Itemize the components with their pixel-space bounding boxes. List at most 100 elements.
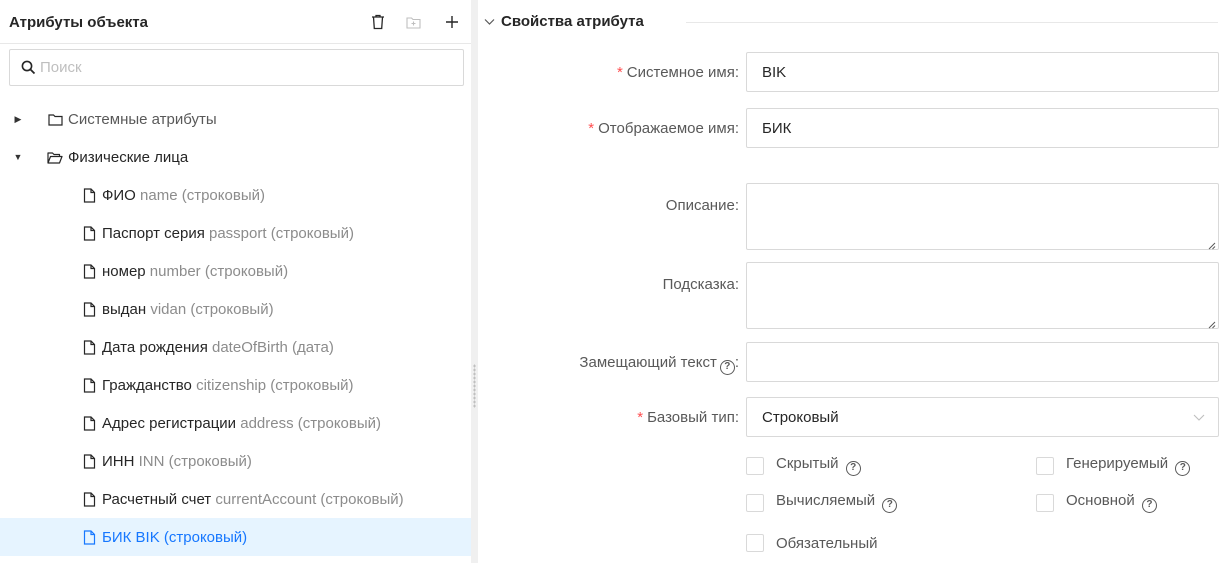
- help-icon[interactable]: ?: [719, 360, 735, 375]
- caret-down-icon[interactable]: ▼: [12, 138, 24, 176]
- system-name-label: * Системное имя:: [616, 64, 739, 81]
- tree-item-name: ФИО: [102, 186, 136, 204]
- help-icon[interactable]: ?: [1175, 461, 1191, 476]
- tree-folder-label: Системные атрибуты: [68, 110, 217, 128]
- attributes-panel: Атрибуты объекта ▶ Системные атрибуты ▼: [0, 0, 471, 563]
- file-icon: [80, 414, 98, 432]
- search-input[interactable]: [40, 59, 440, 76]
- file-icon: [80, 300, 98, 318]
- base-type-value: Строковый: [762, 408, 839, 426]
- file-icon: [80, 224, 98, 242]
- help-icon[interactable]: ?: [845, 461, 861, 476]
- section-divider: [686, 22, 1218, 23]
- tree-item-detail: BIK (строковый): [135, 528, 248, 546]
- base-type-label: * Базовый тип:: [637, 409, 739, 426]
- tree-item[interactable]: выдан vidan (строковый): [0, 290, 471, 328]
- hint-textarea[interactable]: [746, 262, 1219, 329]
- tree-item[interactable]: Гражданство citizenship (строковый): [0, 366, 471, 404]
- caret-right-icon[interactable]: ▶: [12, 100, 24, 138]
- file-icon: [80, 490, 98, 508]
- primary-checkbox-label: Основной ?: [1066, 492, 1157, 513]
- file-icon: [80, 376, 98, 394]
- attributes-panel-header: Атрибуты объекта: [0, 0, 471, 44]
- display-name-input[interactable]: БИК: [746, 108, 1219, 148]
- hidden-checkbox-label: Скрытый ?: [776, 455, 861, 476]
- checkbox-box[interactable]: [1036, 456, 1054, 475]
- tree-item-name: ИНН: [102, 452, 135, 470]
- tree-item-detail: address (строковый): [240, 414, 382, 432]
- file-icon: [80, 262, 98, 280]
- primary-checkbox[interactable]: Основной ?: [1036, 492, 1157, 513]
- file-icon: [80, 338, 98, 356]
- help-icon[interactable]: ?: [882, 498, 898, 513]
- tree-item-detail: number (строковый): [149, 262, 289, 280]
- search-box[interactable]: [9, 49, 464, 86]
- base-type-select[interactable]: Строковый: [746, 397, 1219, 437]
- checkbox-box[interactable]: [746, 456, 764, 475]
- tree-item[interactable]: Паспорт серия passport (строковый): [0, 214, 471, 252]
- checkbox-box[interactable]: [746, 493, 764, 512]
- resize-handle-icon[interactable]: [1206, 316, 1216, 329]
- tree-item-detail: citizenship (строковый): [196, 376, 354, 394]
- description-textarea[interactable]: [746, 183, 1219, 250]
- folder-open-icon: [46, 148, 64, 166]
- required-checkbox[interactable]: Обязательный: [746, 534, 878, 552]
- tree-folder-individuals[interactable]: ▼ Физические лица: [0, 138, 471, 176]
- help-icon[interactable]: ?: [1141, 498, 1157, 513]
- tree-folder-system[interactable]: ▶ Системные атрибуты: [0, 100, 471, 138]
- tree-item-name: Паспорт серия: [102, 224, 205, 242]
- resize-handle-icon[interactable]: [1206, 237, 1216, 250]
- checkbox-box[interactable]: [1036, 493, 1054, 512]
- folder-plus-icon[interactable]: [404, 13, 422, 31]
- tree-item-detail: dateOfBirth (дата): [212, 338, 334, 356]
- tree-item[interactable]: Адрес регистрации address (строковый): [0, 404, 471, 442]
- search-icon: [20, 60, 36, 76]
- tree-item-name: Гражданство: [102, 376, 192, 394]
- computed-checkbox[interactable]: Вычисляемый ?: [746, 492, 898, 513]
- generated-checkbox-label: Генерируемый ?: [1066, 455, 1191, 476]
- tree-item[interactable]: номер number (строковый): [0, 252, 471, 290]
- attributes-panel-title: Атрибуты объекта: [9, 14, 148, 31]
- tree-folder-label: Физические лица: [68, 148, 189, 166]
- tree-item[interactable]: ФИО name (строковый): [0, 176, 471, 214]
- system-name-input[interactable]: BIK: [746, 52, 1219, 92]
- tree-item-name: Адрес регистрации: [102, 414, 237, 432]
- plus-icon[interactable]: [443, 13, 461, 31]
- file-icon: [80, 528, 98, 546]
- tree-item[interactable]: Расчетный счет currentAccount (строковый…: [0, 480, 471, 518]
- tree-item[interactable]: Дата рождения dateOfBirth (дата): [0, 328, 471, 366]
- tree-item-name: выдан: [102, 300, 147, 318]
- placeholder-text-input[interactable]: [746, 342, 1219, 382]
- tree-item-name: Расчетный счет: [102, 490, 212, 508]
- tree-item-name: номер: [102, 262, 146, 280]
- file-icon: [80, 452, 98, 470]
- chevron-down-icon[interactable]: [484, 18, 495, 26]
- tree-item-detail: INN (строковый): [138, 452, 252, 470]
- tree-item-name: Дата рождения: [102, 338, 208, 356]
- hidden-checkbox[interactable]: Скрытый ?: [746, 455, 861, 476]
- placeholder-text-label: Замещающий текст?:: [579, 354, 739, 375]
- attribute-properties-panel: Свойства атрибута * Системное имя: BIK * О…: [478, 0, 1226, 563]
- display-name-label: * Отображаемое имя:: [588, 120, 739, 137]
- description-label: Описание:: [665, 197, 739, 214]
- file-icon: [80, 186, 98, 204]
- folder-icon: [46, 110, 64, 128]
- hint-label: Подсказка:: [662, 276, 739, 293]
- tree-item-detail: currentAccount (строковый): [215, 490, 404, 508]
- generated-checkbox[interactable]: Генерируемый ?: [1036, 455, 1191, 476]
- trash-icon[interactable]: [369, 13, 387, 31]
- section-title: Свойства атрибута: [501, 13, 644, 30]
- computed-checkbox-label: Вычисляемый ?: [776, 492, 898, 513]
- tree-item[interactable]: ИНН INN (строковый): [0, 442, 471, 480]
- splitter-grip-icon[interactable]: [473, 364, 476, 408]
- attributes-tree: ▶ Системные атрибуты ▼ Физические лица Ф…: [0, 100, 471, 556]
- chevron-down-icon[interactable]: [1192, 410, 1206, 424]
- tree-item-selected[interactable]: БИК BIK (строковый): [0, 518, 471, 556]
- tree-item-detail: name (строковый): [140, 186, 265, 204]
- tree-item-name: БИК: [102, 528, 132, 546]
- panel-splitter[interactable]: [471, 0, 478, 563]
- tree-item-detail: passport (строковый): [209, 224, 354, 242]
- section-header[interactable]: Свойства атрибута: [478, 13, 644, 30]
- tree-item-detail: vidan (строковый): [150, 300, 274, 318]
- checkbox-box[interactable]: [746, 534, 764, 552]
